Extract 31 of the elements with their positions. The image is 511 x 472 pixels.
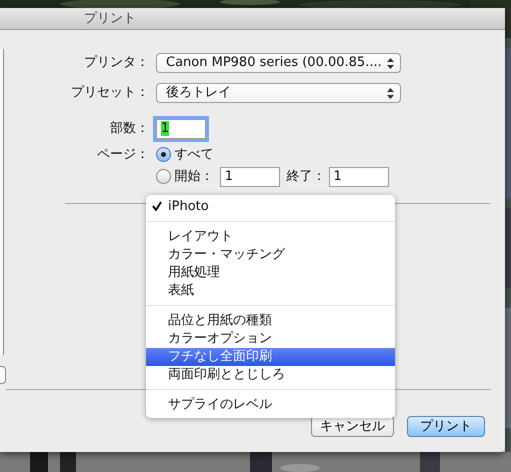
menu-item[interactable]: 用紙処理 (146, 264, 395, 282)
printer-label: プリンタ： (83, 54, 150, 72)
print-button[interactable]: プリント (407, 416, 485, 437)
menu-item[interactable]: カラー・マッチング (146, 246, 395, 264)
checkmark-icon (152, 201, 162, 212)
up-down-arrows-icon (387, 58, 394, 68)
copies-field[interactable]: 1 (156, 119, 206, 139)
menu-item[interactable]: 品位と用紙の種類 (146, 312, 395, 330)
preset-label: プリセット： (70, 84, 150, 102)
window-title: プリント (84, 11, 136, 26)
pages-label: ページ： (96, 146, 150, 164)
to-label: 終了： (286, 168, 326, 186)
copies-label: 部数： (109, 120, 150, 138)
cancel-button[interactable]: キャンセル (311, 416, 394, 437)
radio-label: すべて (174, 146, 214, 164)
up-down-arrows-icon (387, 88, 394, 98)
menu-item[interactable]: iPhoto (146, 198, 395, 216)
printer-popup[interactable]: Canon MP980 series (00.00.85.... (156, 53, 401, 73)
menu-item[interactable]: 両面印刷ととじしろ (146, 366, 395, 384)
side-button[interactable] (0, 366, 6, 384)
from-field[interactable]: 1 (220, 166, 280, 186)
menu-item[interactable]: サプライのレベル (146, 396, 395, 414)
preset-popup[interactable]: 後ろトレイ (156, 83, 401, 103)
menu-item[interactable]: フチなし全面印刷 (146, 348, 395, 366)
menu-item[interactable]: レイアウト (146, 228, 395, 246)
radio-button[interactable] (156, 169, 171, 184)
radio-button[interactable] (156, 147, 171, 162)
menu-item[interactable]: カラーオプション (146, 330, 395, 348)
radio-label: 開始： (174, 168, 214, 186)
menu-item[interactable]: 表紙 (146, 282, 395, 300)
to-field[interactable]: 1 (328, 166, 388, 186)
